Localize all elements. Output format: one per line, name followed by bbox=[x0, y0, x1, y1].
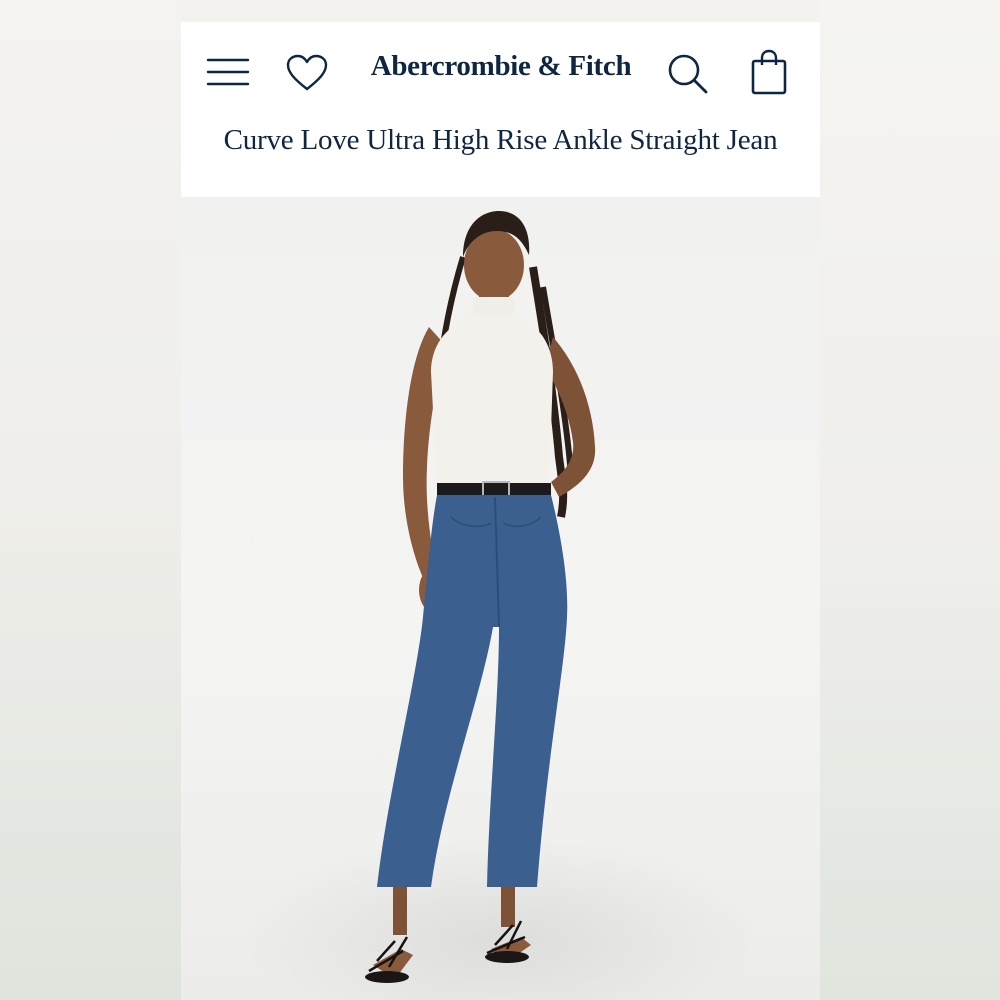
search-icon bbox=[668, 54, 708, 94]
product-image[interactable] bbox=[181, 197, 820, 1000]
brand-logo[interactable]: Abercrombie & Fitch bbox=[351, 50, 651, 83]
search-button[interactable] bbox=[665, 52, 711, 96]
right-background-blur bbox=[820, 0, 1000, 1000]
menu-button[interactable] bbox=[205, 52, 251, 92]
menu-icon bbox=[206, 58, 250, 86]
heart-icon bbox=[286, 54, 328, 91]
cart-button[interactable] bbox=[747, 48, 791, 96]
scrolled-subtext bbox=[471, 105, 551, 111]
model-illustration bbox=[365, 211, 596, 983]
shopping-bag-icon bbox=[751, 49, 787, 95]
site-header: Abercrombie & Fitch bbox=[181, 22, 820, 122]
product-page: Abercrombie & Fitch Curve Love Ultra Hig… bbox=[181, 22, 820, 1000]
left-background-blur bbox=[0, 0, 181, 1000]
product-title: Curve Love Ultra High Rise Ankle Straigh… bbox=[223, 124, 778, 156]
wishlist-button[interactable] bbox=[284, 52, 330, 94]
